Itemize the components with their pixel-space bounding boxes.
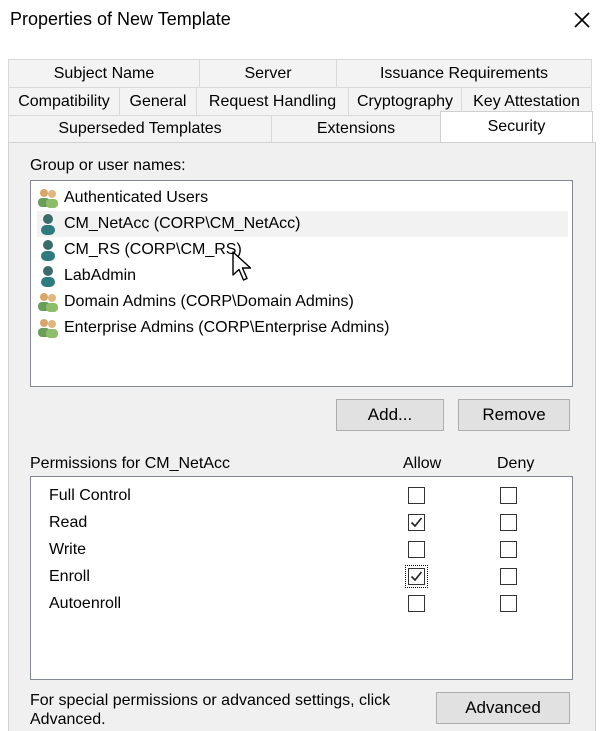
tab-extensions[interactable]: Extensions bbox=[271, 115, 441, 143]
list-item-cm-netacc[interactable]: CM_NetAcc (CORP\CM_NetAcc) bbox=[37, 211, 568, 237]
user-name: LabAdmin bbox=[64, 267, 137, 284]
user-icon bbox=[41, 214, 55, 235]
deny-checkbox-read[interactable] bbox=[500, 514, 517, 531]
list-item-domain-admins[interactable]: Domain Admins (CORP\Domain Admins) bbox=[37, 289, 568, 315]
allow-header: Allow bbox=[403, 455, 442, 472]
deny-checkbox-write[interactable] bbox=[500, 541, 517, 558]
allow-checkbox-enroll[interactable] bbox=[405, 565, 428, 588]
advanced-hint-line1: For special permissions or advanced sett… bbox=[30, 692, 391, 709]
list-item-authenticated-users[interactable]: Authenticated Users bbox=[37, 185, 568, 211]
user-group-icon bbox=[38, 319, 58, 338]
list-item-enterprise-admins[interactable]: Enterprise Admins (CORP\Enterprise Admin… bbox=[37, 315, 568, 341]
tab-issuance-requirements[interactable]: Issuance Requirements bbox=[336, 59, 592, 88]
tab-security[interactable]: Security bbox=[440, 111, 593, 142]
allow-checkbox-read[interactable] bbox=[408, 514, 425, 531]
permission-row-write: Write bbox=[31, 538, 572, 565]
user-icon bbox=[41, 240, 55, 261]
deny-checkbox-enroll[interactable] bbox=[500, 568, 517, 585]
list-item-cm-rs[interactable]: CM_RS (CORP\CM_RS) bbox=[37, 237, 568, 263]
user-name: Enterprise Admins (CORP\Enterprise Admin… bbox=[64, 319, 390, 336]
close-icon bbox=[574, 12, 590, 28]
allow-checkbox-full-control[interactable] bbox=[408, 487, 425, 504]
user-name: Domain Admins (CORP\Domain Admins) bbox=[64, 293, 354, 310]
add-button[interactable]: Add... bbox=[336, 399, 444, 431]
tab-subject-name[interactable]: Subject Name bbox=[8, 59, 200, 88]
checkmark-icon bbox=[410, 571, 423, 582]
list-item-labadmin[interactable]: LabAdmin bbox=[37, 263, 568, 289]
tab-general[interactable]: General bbox=[119, 87, 197, 116]
permission-name: Read bbox=[49, 514, 88, 531]
user-name: Authenticated Users bbox=[64, 189, 209, 206]
permissions-label: Permissions for CM_NetAcc bbox=[30, 455, 231, 472]
deny-header: Deny bbox=[497, 455, 535, 472]
permission-row-full-control: Full Control bbox=[31, 484, 572, 511]
permission-name: Autoenroll bbox=[49, 595, 122, 612]
tab-compatibility[interactable]: Compatibility bbox=[8, 87, 120, 116]
tab-superseded-templates[interactable]: Superseded Templates bbox=[8, 115, 272, 143]
checkmark-icon bbox=[410, 517, 423, 528]
permission-name: Write bbox=[49, 541, 87, 558]
tab-request-handling[interactable]: Request Handling bbox=[196, 87, 349, 116]
advanced-hint-line2: Advanced. bbox=[30, 711, 106, 728]
permission-row-enroll: Enroll bbox=[31, 565, 572, 592]
dialog-title: Properties of New Template bbox=[10, 9, 231, 29]
deny-checkbox-full-control[interactable] bbox=[500, 487, 517, 504]
user-group-icon bbox=[38, 293, 58, 312]
permissions-list: Full Control Read Write Enroll Autoenrol… bbox=[30, 476, 573, 680]
mouse-pointer-icon bbox=[232, 251, 252, 281]
remove-button[interactable]: Remove bbox=[458, 399, 570, 431]
advanced-button[interactable]: Advanced bbox=[436, 692, 570, 724]
user-list[interactable]: Authenticated Users CM_NetAcc (CORP\CM_N… bbox=[30, 180, 573, 387]
tab-strip: Subject Name Server Issuance Requirement… bbox=[0, 56, 607, 143]
user-group-icon bbox=[38, 189, 58, 208]
permission-name: Enroll bbox=[49, 568, 90, 585]
user-name: CM_RS (CORP\CM_RS) bbox=[64, 241, 242, 258]
close-button[interactable] bbox=[568, 6, 596, 34]
tab-server[interactable]: Server bbox=[199, 59, 337, 88]
allow-checkbox-autoenroll[interactable] bbox=[408, 595, 425, 612]
deny-checkbox-autoenroll[interactable] bbox=[500, 595, 517, 612]
allow-checkbox-write[interactable] bbox=[408, 541, 425, 558]
user-icon bbox=[41, 266, 55, 287]
permission-row-read: Read bbox=[31, 511, 572, 538]
group-users-label: Group or user names: bbox=[30, 157, 186, 174]
permission-row-autoenroll: Autoenroll bbox=[31, 592, 572, 619]
permission-name: Full Control bbox=[49, 487, 131, 504]
user-name: CM_NetAcc (CORP\CM_NetAcc) bbox=[64, 215, 301, 232]
